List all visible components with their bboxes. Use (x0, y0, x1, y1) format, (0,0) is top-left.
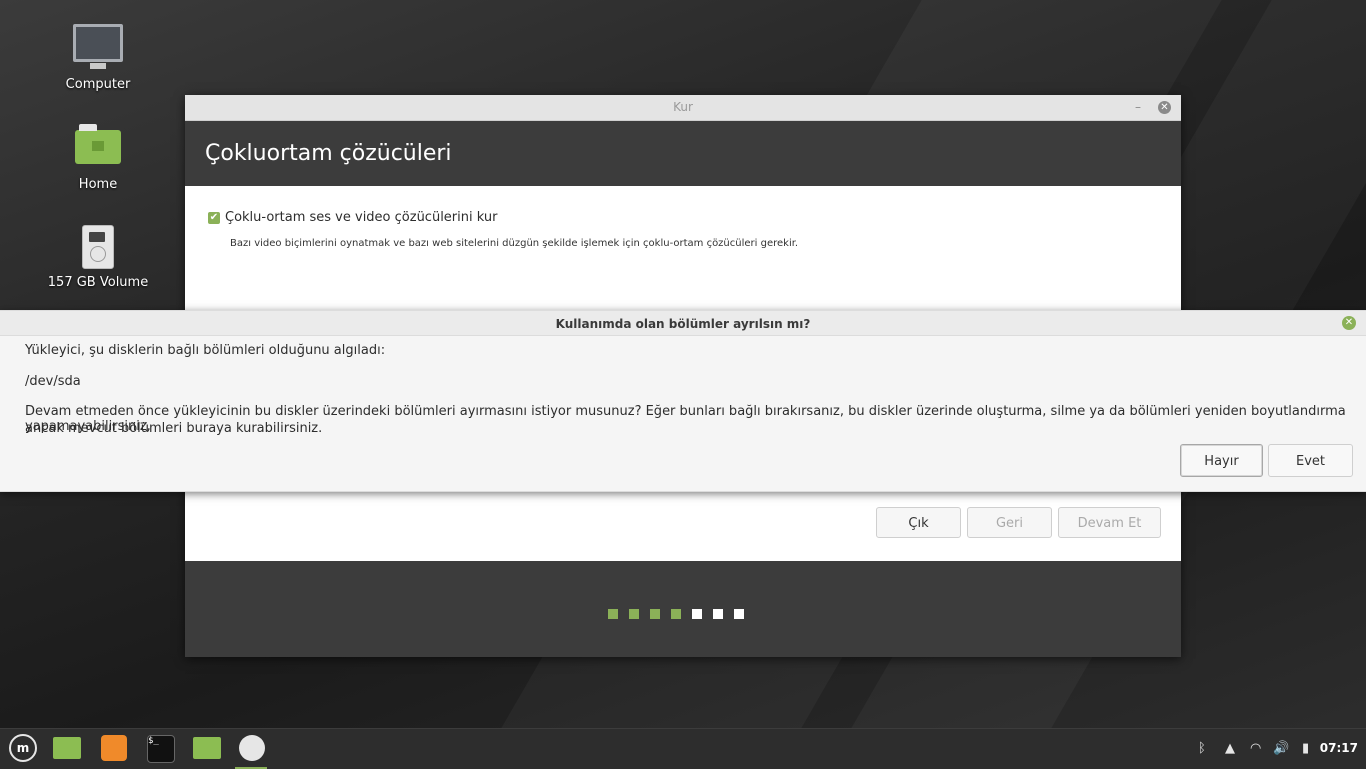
progress-dot-pending (734, 609, 744, 619)
dialog-question-cont: ancak mevcut bölümleri buraya kurabilirs… (25, 421, 323, 436)
page-title: Çokluortam çözücüleri (185, 121, 1181, 187)
desktop-icon-computer[interactable]: Computer (43, 24, 153, 92)
dialog-title: Kullanımda olan bölümler ayrılsın mı? (555, 317, 811, 331)
terminal-launcher[interactable]: $_ (139, 729, 179, 769)
codecs-checkbox-label: Çoklu-ortam ses ve video çözücülerini ku… (225, 210, 498, 225)
codecs-description: Bazı video biçimlerini oynatmak ve bazı … (230, 238, 799, 249)
dialog-titlebar[interactable]: Kullanımda olan bölümler ayrılsın mı? ✕ (0, 311, 1366, 336)
desktop-icon-home[interactable]: Home (43, 124, 153, 192)
dialog-close-icon[interactable]: ✕ (1342, 316, 1356, 330)
progress-dot-done (671, 609, 681, 619)
taskbar: m $_ ᛒ ▲ ◠ 🔊 ▮ 07:17 (0, 728, 1366, 769)
dialog-message: Yükleyici, şu disklerin bağlı bölümleri … (25, 343, 386, 358)
progress-dot-done (608, 609, 618, 619)
mint-menu-icon: m (9, 734, 37, 762)
continue-button[interactable]: Devam Et (1058, 507, 1161, 538)
progress-dot-done (629, 609, 639, 619)
firefox-launcher[interactable] (93, 729, 133, 769)
firefox-icon (101, 735, 127, 761)
progress-dot-pending (692, 609, 702, 619)
progress-dot-done (650, 609, 660, 619)
codecs-checkbox-row[interactable]: ✔ Çoklu-ortam ses ve video çözücülerini k… (208, 210, 497, 225)
desktop-icon-label: Computer (65, 77, 131, 92)
installer-disc-icon (239, 735, 265, 761)
dialog-device: /dev/sda (25, 374, 81, 389)
minimize-button[interactable]: – (1135, 95, 1141, 120)
files-launcher[interactable] (185, 729, 225, 769)
codecs-checkbox[interactable]: ✔ (208, 211, 220, 224)
bluetooth-icon[interactable]: ᛒ (1198, 741, 1206, 756)
no-button[interactable]: Hayır (1180, 444, 1263, 477)
progress-dots (608, 604, 755, 623)
window-title: Kur (673, 100, 693, 114)
close-button[interactable]: ✕ (1158, 101, 1171, 114)
menu-button[interactable]: m (2, 729, 42, 769)
installer-titlebar[interactable]: Kur – ✕ (185, 95, 1181, 121)
clock[interactable]: 07:17 (1320, 741, 1358, 755)
update-manager-icon[interactable]: ▲ (1225, 741, 1235, 756)
desktop-icon-label: Home (78, 177, 118, 192)
progress-dot-pending (713, 609, 723, 619)
installer-task[interactable] (231, 729, 271, 769)
wifi-icon[interactable]: ◠ (1250, 741, 1261, 756)
files-icon (193, 737, 221, 759)
desktop-icon-volume[interactable]: 157 GB Volume (43, 225, 153, 290)
unmount-dialog: Kullanımda olan bölümler ayrılsın mı? ✕ … (0, 310, 1366, 492)
battery-icon[interactable]: ▮ (1302, 741, 1309, 756)
terminal-icon: $_ (147, 735, 175, 763)
show-desktop-icon (53, 737, 81, 759)
yes-button[interactable]: Evet (1268, 444, 1353, 477)
show-desktop-button[interactable] (45, 729, 85, 769)
desktop-icon-label: 157 GB Volume (47, 275, 149, 290)
drive-icon (82, 225, 114, 269)
computer-icon (73, 24, 123, 69)
home-folder-icon (75, 124, 121, 164)
back-button[interactable]: Geri (967, 507, 1052, 538)
quit-button[interactable]: Çık (876, 507, 961, 538)
volume-icon[interactable]: 🔊 (1273, 741, 1289, 756)
